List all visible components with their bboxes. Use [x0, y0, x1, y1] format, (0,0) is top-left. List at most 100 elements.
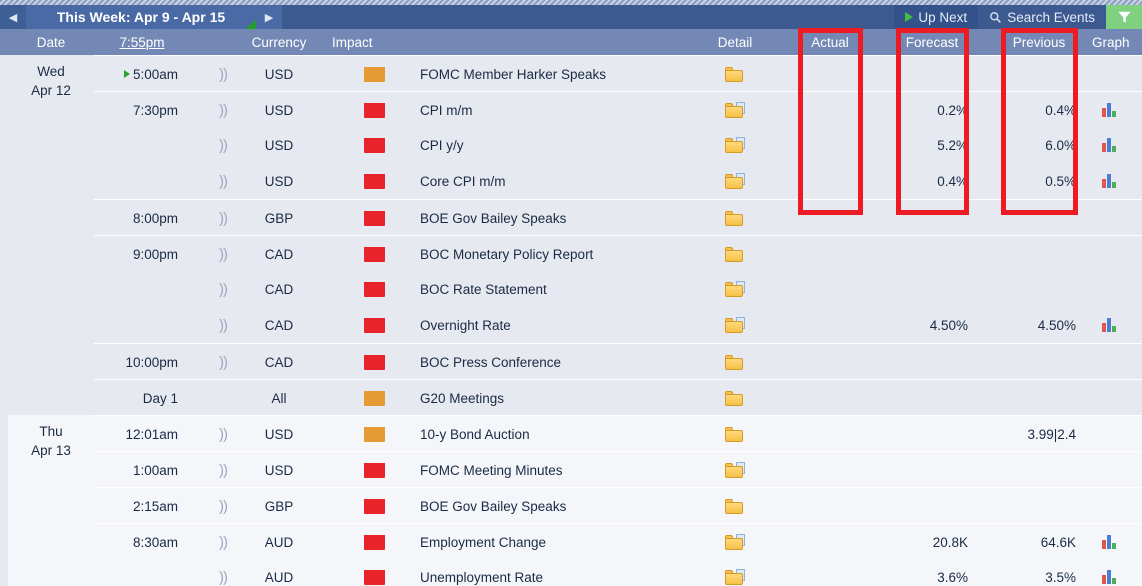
week-range-title[interactable]: This Week: Apr 9 - Apr 15	[26, 5, 256, 29]
event-cell[interactable]: 10-y Bond Auction	[420, 416, 690, 452]
detail-folder-icon[interactable]	[725, 246, 745, 262]
impact-high-icon[interactable]	[363, 354, 385, 370]
detail-folder-icon[interactable]	[725, 498, 745, 514]
column-header-actual[interactable]: Actual	[792, 29, 868, 55]
event-cell[interactable]: BOE Gov Bailey Speaks	[420, 488, 690, 524]
speaker-audio-icon[interactable]: ))	[219, 174, 228, 189]
speaker-audio-icon[interactable]: ))	[219, 535, 228, 550]
column-header-detail[interactable]: Detail	[690, 29, 780, 55]
event-cell[interactable]: FOMC Meeting Minutes	[420, 452, 690, 488]
impact-high-icon[interactable]	[363, 210, 385, 226]
impact-high-icon[interactable]	[363, 498, 385, 514]
graph-bars-icon[interactable]	[1102, 138, 1116, 152]
table-row[interactable]: 7:30pm)) USD CPI m/m 0.2% 0.4%	[94, 91, 1142, 127]
table-row[interactable]: 8:30am)) AUD Employment Change 20.8K 64.6K	[94, 523, 1142, 559]
detail-folder-document-icon[interactable]	[725, 281, 745, 297]
graph-bars-icon[interactable]	[1102, 535, 1116, 549]
impact-medium-icon[interactable]	[363, 66, 385, 82]
impact-high-icon[interactable]	[363, 281, 385, 297]
table-row[interactable]: )) CAD Overnight Rate 4.50% 4.50%	[94, 307, 1142, 343]
previous-week-button[interactable]: ◀	[0, 5, 26, 29]
speaker-audio-icon[interactable]: ))	[219, 570, 228, 585]
event-cell[interactable]: Overnight Rate	[420, 307, 690, 343]
speaker-audio-icon[interactable]: ))	[219, 463, 228, 478]
column-header-date[interactable]: Date	[8, 29, 94, 55]
detail-folder-icon[interactable]	[725, 210, 745, 226]
speaker-audio-icon[interactable]: ))	[219, 282, 228, 297]
column-header-time[interactable]: 7:55pm	[94, 29, 190, 55]
detail-folder-document-icon[interactable]	[725, 173, 745, 189]
column-header-graph[interactable]: Graph	[1092, 29, 1142, 55]
table-row[interactable]: )) CAD BOC Rate Statement	[94, 271, 1142, 307]
detail-folder-document-icon[interactable]	[725, 534, 745, 550]
speaker-audio-icon[interactable]: ))	[219, 138, 228, 153]
table-row[interactable]: 8:00pm)) GBP BOE Gov Bailey Speaks	[94, 199, 1142, 235]
speaker-audio-icon[interactable]: ))	[219, 499, 228, 514]
forecast-cell: 0.4%	[890, 163, 974, 199]
detail-folder-document-icon[interactable]	[725, 462, 745, 478]
event-cell[interactable]: BOE Gov Bailey Speaks	[420, 200, 690, 236]
next-week-button[interactable]: ▶	[256, 5, 282, 29]
table-row[interactable]: 12:01am)) USD 10-y Bond Auction 3.99|2.4	[94, 415, 1142, 451]
column-header-impact[interactable]: Impact	[326, 29, 428, 55]
forecast-cell	[890, 236, 974, 272]
column-header-previous[interactable]: Previous	[996, 29, 1082, 55]
event-cell[interactable]: Unemployment Rate	[420, 559, 690, 586]
event-cell[interactable]: CPI y/y	[420, 127, 690, 163]
table-row[interactable]: Day 1 All G20 Meetings	[94, 379, 1142, 415]
table-row[interactable]: )) USD CPI y/y 5.2% 6.0%	[94, 127, 1142, 163]
impact-medium-icon[interactable]	[363, 390, 385, 406]
speaker-audio-icon[interactable]: ))	[219, 67, 228, 82]
graph-bars-icon[interactable]	[1102, 318, 1116, 332]
event-cell[interactable]: G20 Meetings	[420, 380, 690, 416]
impact-high-icon[interactable]	[363, 102, 385, 118]
detail-folder-document-icon[interactable]	[725, 569, 745, 585]
table-row[interactable]: )) USD Core CPI m/m 0.4% 0.5%	[94, 163, 1142, 199]
impact-high-icon[interactable]	[363, 246, 385, 262]
event-cell[interactable]: BOC Rate Statement	[420, 271, 690, 307]
table-row[interactable]: )) AUD Unemployment Rate 3.6% 3.5%	[94, 559, 1142, 586]
event-cell[interactable]: FOMC Member Harker Speaks	[420, 56, 690, 92]
detail-folder-document-icon[interactable]	[725, 102, 745, 118]
detail-folder-icon[interactable]	[725, 390, 745, 406]
table-row[interactable]: 1:00am)) USD FOMC Meeting Minutes	[94, 451, 1142, 487]
event-cell[interactable]: BOC Press Conference	[420, 344, 690, 380]
impact-high-icon[interactable]	[363, 317, 385, 333]
event-cell[interactable]: Employment Change	[420, 524, 690, 560]
column-header-currency[interactable]: Currency	[232, 29, 326, 55]
speaker-audio-icon[interactable]: ))	[219, 211, 228, 226]
detail-folder-icon[interactable]	[725, 354, 745, 370]
actual-cell	[792, 452, 868, 488]
impact-high-icon[interactable]	[363, 534, 385, 550]
detail-folder-icon[interactable]	[725, 426, 745, 442]
speaker-audio-icon[interactable]: ))	[219, 103, 228, 118]
detail-folder-icon[interactable]	[725, 66, 745, 82]
graph-bars-icon[interactable]	[1102, 103, 1116, 117]
speaker-audio-icon[interactable]: ))	[219, 247, 228, 262]
column-header-forecast[interactable]: Forecast	[890, 29, 974, 55]
speaker-audio-icon[interactable]: ))	[219, 355, 228, 370]
detail-folder-document-icon[interactable]	[725, 137, 745, 153]
impact-high-icon[interactable]	[363, 137, 385, 153]
graph-bars-icon[interactable]	[1102, 570, 1116, 584]
impact-high-icon[interactable]	[363, 569, 385, 585]
graph-bars-icon[interactable]	[1102, 174, 1116, 188]
table-row[interactable]: 9:00pm)) CAD BOC Monetary Policy Report	[94, 235, 1142, 271]
detail-folder-document-icon[interactable]	[725, 317, 745, 333]
speaker-audio-icon[interactable]: ))	[219, 318, 228, 333]
up-next-button[interactable]: Up Next	[894, 5, 979, 29]
search-events-button[interactable]: Search Events	[978, 5, 1106, 29]
speaker-audio-icon[interactable]: ))	[219, 427, 228, 442]
event-cell[interactable]: Core CPI m/m	[420, 163, 690, 199]
table-row[interactable]: 2:15am)) GBP BOE Gov Bailey Speaks	[94, 487, 1142, 523]
table-row[interactable]: 5:00am)) USD FOMC Member Harker Speaks	[94, 55, 1142, 91]
impact-high-icon[interactable]	[363, 462, 385, 478]
column-header-time-label[interactable]: 7:55pm	[119, 35, 164, 50]
table-row[interactable]: 10:00pm)) CAD BOC Press Conference	[94, 343, 1142, 379]
impact-high-icon[interactable]	[363, 173, 385, 189]
filter-button[interactable]	[1106, 5, 1142, 29]
impact-cell	[326, 200, 422, 236]
event-cell[interactable]: CPI m/m	[420, 92, 690, 128]
event-cell[interactable]: BOC Monetary Policy Report	[420, 236, 690, 272]
impact-medium-icon[interactable]	[363, 426, 385, 442]
